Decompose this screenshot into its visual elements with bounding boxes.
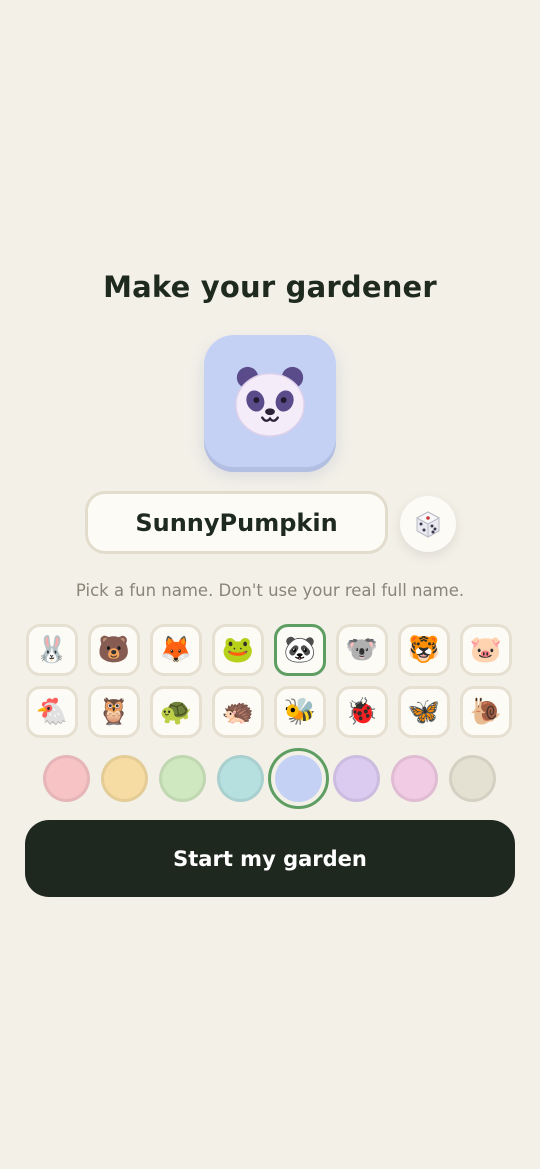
bear-icon: 🐻	[97, 635, 131, 665]
frog-icon: 🐸	[221, 635, 255, 665]
butterfly-icon: 🦋	[407, 697, 441, 727]
animal-option-ladybug[interactable]: 🐞	[336, 686, 388, 738]
animal-option-bee[interactable]: 🐝	[274, 686, 326, 738]
tiger-icon: 🐯	[407, 635, 441, 665]
chicken-icon: 🐔	[35, 697, 69, 727]
pig-icon: 🐷	[469, 635, 503, 665]
color-option-teal[interactable]	[217, 755, 264, 802]
animal-option-hedgehog[interactable]: 🦔	[212, 686, 264, 738]
dice-icon	[415, 511, 441, 538]
animal-option-rabbit[interactable]: 🐰	[26, 624, 78, 676]
animal-option-koala[interactable]: 🐨	[336, 624, 388, 676]
bee-icon: 🐝	[283, 697, 317, 727]
snail-icon: 🐌	[469, 697, 503, 727]
page-title: Make your gardener	[103, 270, 437, 304]
animal-picker: 🐰 🐻 🦊 🐸 🐼 🐨 🐯 🐷 🐔 🦉 🐢 🦔 🐝 🐞 🦋 🐌	[26, 624, 516, 738]
animal-option-chicken[interactable]: 🐔	[26, 686, 78, 738]
turtle-icon: 🐢	[159, 697, 193, 727]
koala-icon: 🐨	[345, 635, 379, 665]
animal-option-snail[interactable]: 🐌	[460, 686, 512, 738]
name-hint: Pick a fun name. Don't use your real ful…	[75, 581, 465, 600]
animal-option-bear[interactable]: 🐻	[88, 624, 140, 676]
animal-option-turtle[interactable]: 🐢	[150, 686, 202, 738]
color-option-rose[interactable]	[391, 755, 438, 802]
color-option-pink[interactable]	[43, 755, 90, 802]
gardener-name-input[interactable]	[85, 491, 388, 554]
fox-icon: 🦊	[159, 635, 193, 665]
ladybug-icon: 🐞	[345, 697, 379, 727]
start-garden-button[interactable]: Start my garden	[25, 820, 515, 897]
animal-option-owl[interactable]: 🦉	[88, 686, 140, 738]
color-picker	[43, 748, 503, 809]
panda-icon: 🐼	[283, 635, 317, 665]
animal-option-frog[interactable]: 🐸	[212, 624, 264, 676]
color-option-yellow[interactable]	[101, 755, 148, 802]
avatar-preview	[204, 335, 336, 467]
animal-option-fox[interactable]: 🦊	[150, 624, 202, 676]
animal-option-tiger[interactable]: 🐯	[398, 624, 450, 676]
animal-option-pig[interactable]: 🐷	[460, 624, 512, 676]
rabbit-icon: 🐰	[35, 635, 69, 665]
color-option-blue[interactable]	[268, 748, 329, 809]
animal-option-butterfly[interactable]: 🦋	[398, 686, 450, 738]
color-option-lavender[interactable]	[333, 755, 380, 802]
panda-face-icon	[235, 366, 305, 437]
color-option-stone[interactable]	[449, 755, 496, 802]
randomize-name-button[interactable]	[400, 496, 456, 552]
hedgehog-icon: 🦔	[221, 697, 255, 727]
owl-icon: 🦉	[97, 697, 131, 727]
color-option-green[interactable]	[159, 755, 206, 802]
animal-option-panda[interactable]: 🐼	[274, 624, 326, 676]
